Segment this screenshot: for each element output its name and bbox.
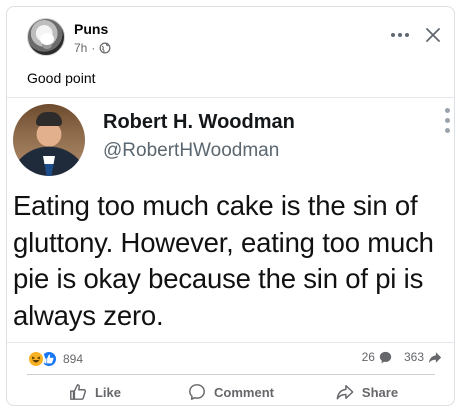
comment-icon: [189, 384, 205, 400]
thumbs-up-icon: [70, 384, 87, 400]
more-horizontal-icon: [391, 33, 409, 37]
page-name[interactable]: Puns: [74, 21, 108, 37]
shares-count-group[interactable]: 363: [404, 350, 442, 364]
close-icon: [426, 28, 440, 42]
tweet-text: Eating too much cake is the sin of glutt…: [13, 190, 434, 331]
comment-button[interactable]: Comment: [163, 379, 299, 405]
like-button[interactable]: Like: [27, 379, 163, 405]
tweet-author-avatar: [13, 104, 85, 176]
tweet-author-name: Robert H. Woodman: [103, 111, 295, 133]
more-options-button[interactable]: [388, 23, 412, 47]
post-meta: 7h ·: [74, 41, 111, 55]
like-label: Like: [94, 384, 121, 400]
share-label: Share: [361, 384, 399, 400]
post-time[interactable]: 7h: [74, 41, 87, 55]
haha-reaction-icon: [27, 350, 45, 368]
tweet-author-handle: @RobertHWoodman: [103, 140, 280, 161]
engagement-counts: 26 363: [362, 350, 442, 364]
post-image-tweet[interactable]: Robert H. Woodman @RobertHWoodman Eating…: [7, 97, 454, 343]
post-actions: Like Comment Share: [27, 377, 435, 405]
comment-label: Comment: [214, 384, 274, 400]
reaction-count: 894: [63, 352, 84, 366]
globe-icon: [99, 42, 111, 54]
reactions-summary[interactable]: 894: [27, 350, 83, 368]
share-button[interactable]: Share: [299, 379, 435, 405]
comments-count-group[interactable]: 26: [362, 350, 392, 364]
comments-count: 26: [361, 350, 375, 364]
page-avatar[interactable]: [27, 18, 65, 56]
shares-count: 363: [403, 350, 424, 364]
actions-divider: [27, 374, 435, 375]
post-card: Puns 7h · Good point Robert H. Woodman @…: [6, 6, 455, 406]
share-icon: [336, 384, 354, 400]
tweet-more-icon: [445, 108, 451, 138]
post-caption: Good point: [27, 70, 96, 86]
comment-bubble-icon: [379, 351, 392, 363]
share-arrow-icon: [428, 351, 442, 363]
close-button[interactable]: [421, 23, 445, 47]
separator-dot: ·: [91, 41, 96, 55]
